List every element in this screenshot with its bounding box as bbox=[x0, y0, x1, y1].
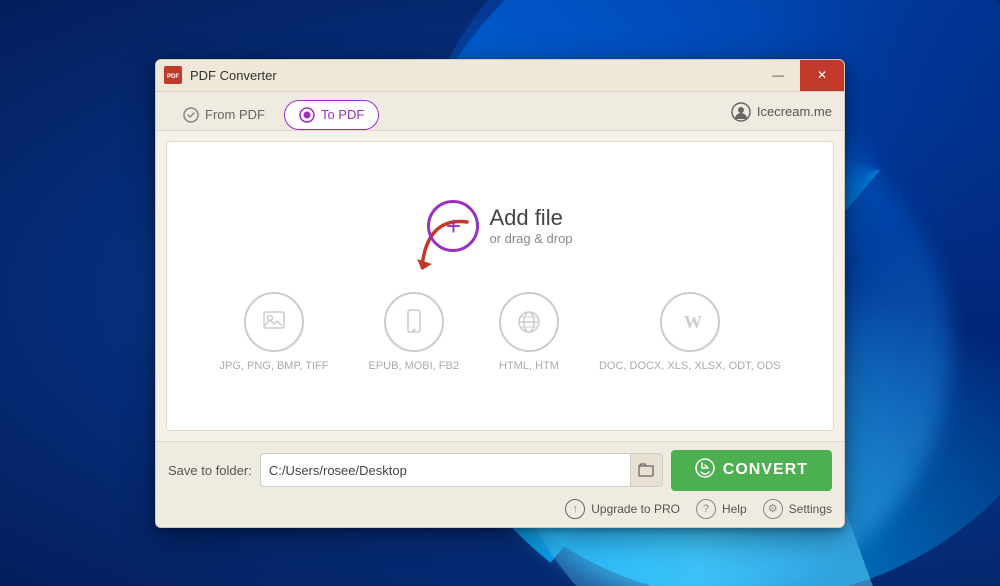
format-html-label: HTML, HTM bbox=[499, 360, 559, 372]
format-html-icon bbox=[499, 292, 559, 352]
help-icon: ? bbox=[696, 499, 716, 519]
minimize-button[interactable]: — bbox=[756, 59, 800, 91]
settings-button[interactable]: ⚙ Settings bbox=[763, 499, 832, 519]
main-content: + Add file or drag & drop JPG, PNG, bbox=[166, 141, 834, 431]
help-button[interactable]: ? Help bbox=[696, 499, 747, 519]
convert-label: CONVERT bbox=[723, 461, 808, 479]
format-jpg-label: JPG, PNG, BMP, TIFF bbox=[219, 360, 328, 372]
tab-bar: From PDF To PDF Icecream.me bbox=[156, 92, 844, 131]
format-jpg-icon bbox=[244, 292, 304, 352]
brand-label: Icecream.me bbox=[757, 104, 832, 119]
tab-from-pdf[interactable]: From PDF bbox=[168, 100, 280, 130]
window-controls: — ✕ bbox=[756, 60, 844, 91]
save-row: Save to folder: bbox=[168, 450, 832, 491]
upgrade-label: Upgrade to PRO bbox=[591, 502, 680, 516]
save-label: Save to folder: bbox=[168, 463, 252, 478]
folder-browse-button[interactable] bbox=[630, 454, 662, 486]
title-bar: PDF PDF Converter — ✕ bbox=[156, 60, 844, 92]
add-file-text: Add file or drag & drop bbox=[489, 205, 572, 246]
format-html: HTML, HTM bbox=[499, 292, 559, 372]
bottom-bar: Save to folder: bbox=[156, 441, 844, 527]
help-label: Help bbox=[722, 502, 747, 516]
settings-label: Settings bbox=[789, 502, 832, 516]
action-row: ↑ Upgrade to PRO ? Help ⚙ Settings bbox=[168, 499, 832, 519]
format-epub-label: EPUB, MOBI, FB2 bbox=[369, 360, 459, 372]
format-doc-label: DOC, DOCX, XLS, XLSX, ODT, ODS bbox=[599, 360, 781, 372]
app-window: PDF PDF Converter — ✕ From PDF bbox=[155, 59, 845, 528]
add-file-subtitle: or drag & drop bbox=[489, 231, 572, 246]
svg-text:W: W bbox=[684, 312, 702, 332]
convert-icon bbox=[695, 458, 715, 483]
format-epub: EPUB, MOBI, FB2 bbox=[369, 292, 459, 372]
format-doc: W DOC, DOCX, XLS, XLSX, ODT, ODS bbox=[599, 292, 781, 372]
upgrade-icon: ↑ bbox=[565, 499, 585, 519]
add-file-title: Add file bbox=[489, 205, 572, 231]
format-doc-icon: W bbox=[660, 292, 720, 352]
plus-icon: + bbox=[446, 213, 461, 239]
format-jpg: JPG, PNG, BMP, TIFF bbox=[219, 292, 328, 372]
window-title: PDF Converter bbox=[190, 68, 277, 83]
brand-link[interactable]: Icecream.me bbox=[731, 102, 832, 128]
app-icon: PDF bbox=[164, 66, 182, 84]
folder-path-input[interactable] bbox=[261, 457, 630, 484]
tab-to-pdf[interactable]: To PDF bbox=[284, 100, 379, 130]
close-button[interactable]: ✕ bbox=[800, 59, 844, 91]
convert-button[interactable]: CONVERT bbox=[671, 450, 832, 491]
format-icons-row: JPG, PNG, BMP, TIFF EPUB, MOBI, FB2 bbox=[219, 292, 780, 372]
add-file-section: + Add file or drag & drop bbox=[427, 200, 572, 252]
upgrade-button[interactable]: ↑ Upgrade to PRO bbox=[565, 499, 680, 519]
folder-input-wrapper bbox=[260, 453, 663, 487]
tabs: From PDF To PDF bbox=[168, 100, 379, 130]
settings-icon: ⚙ bbox=[763, 499, 783, 519]
add-file-button[interactable]: + bbox=[427, 200, 479, 252]
format-epub-icon bbox=[384, 292, 444, 352]
svg-text:PDF: PDF bbox=[167, 74, 179, 80]
